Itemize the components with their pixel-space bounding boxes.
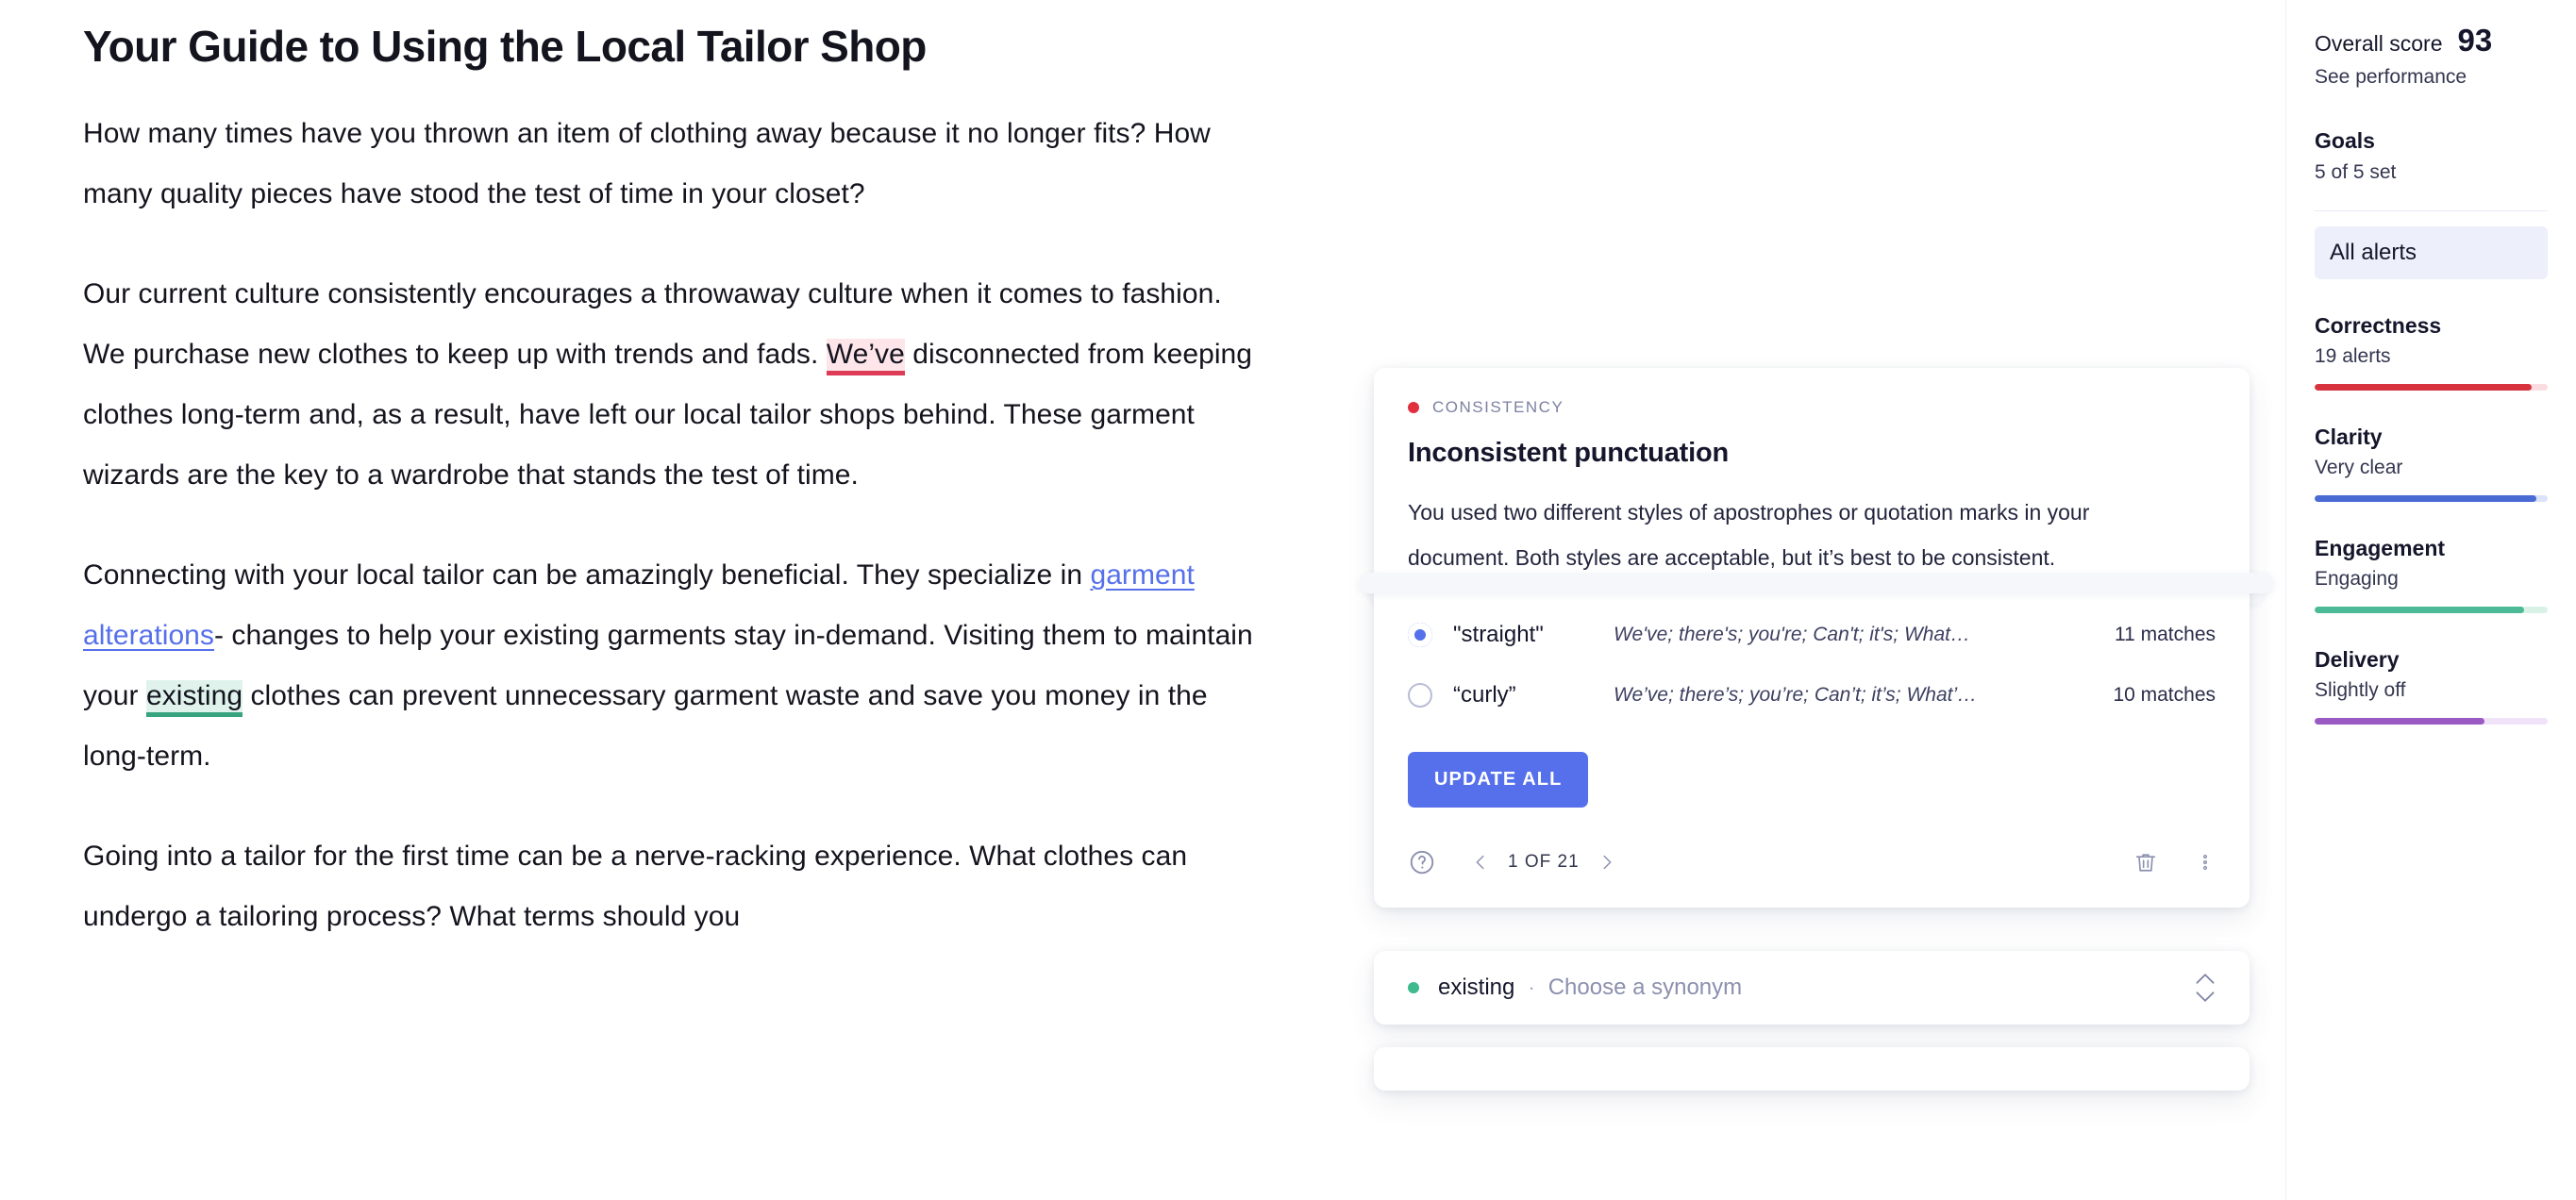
metric-progress-track: [2315, 384, 2548, 391]
synonym-dot-icon: [1408, 982, 1419, 993]
metric-subtitle: Very clear: [2315, 457, 2403, 478]
paragraph-text-segment: clothes can prevent unnecessary garment …: [83, 680, 1208, 773]
option-examples: We've; there's; you're; Can't; it's; Wha…: [1614, 624, 1970, 645]
app-root: Your Guide to Using the Local Tailor Sho…: [0, 0, 2576, 1200]
suggestion-title: Inconsistent punctuation: [1408, 438, 1729, 468]
metric-progress-track: [2315, 607, 2548, 613]
synonym-placeholder[interactable]: Choose a synonym: [1548, 975, 1742, 1001]
synonym-word: existing: [1438, 975, 1515, 1000]
category-dot-icon: [1408, 402, 1419, 413]
metric-name: Correctness: [2315, 313, 2442, 338]
option-match-count: 11 matches: [2115, 624, 2216, 645]
option-curly[interactable]: “curly” We’ve; there’s; you’re; Can’t; i…: [1408, 665, 2216, 725]
sidebar-divider: [2315, 210, 2548, 211]
metric-subtitle: Engaging: [2315, 568, 2399, 590]
chevron-up-icon: [2196, 974, 2215, 984]
correctness-highlight[interactable]: We’ve: [826, 339, 905, 376]
suggestions-panel: CONSISTENCY Inconsistent punctuation You…: [1347, 0, 2285, 1200]
suggestion-card-footer: 1 OF 21: [1374, 817, 2250, 908]
metric-progress-track: [2315, 718, 2548, 725]
question-circle-icon[interactable]: [1408, 848, 1436, 876]
overall-score-value: 93: [2457, 23, 2493, 58]
metric-progress-track: [2315, 495, 2548, 502]
document-paragraph[interactable]: Going into a tailor for the first time c…: [83, 826, 1263, 947]
radio-unselected-icon[interactable]: [1408, 683, 1432, 708]
metric-progress-fill: [2315, 607, 2525, 613]
suggestion-card[interactable]: CONSISTENCY Inconsistent punctuation You…: [1374, 368, 2250, 908]
category-label: CONSISTENCY: [1432, 398, 1564, 416]
footer-actions: [2133, 849, 2216, 875]
metric-name: Delivery: [2315, 647, 2400, 672]
suggestion-description: You used two different styles of apostro…: [1408, 500, 2090, 570]
pagination-label: 1 OF 21: [1508, 852, 1580, 872]
metric-clarity[interactable]: Clarity Very clear: [2315, 425, 2548, 502]
update-all-button[interactable]: UPDATE ALL: [1408, 752, 1589, 808]
suggestion-card-body: CONSISTENCY Inconsistent punctuation You…: [1374, 368, 2250, 808]
overall-score[interactable]: Overall score 93: [2315, 23, 2548, 58]
document-editor[interactable]: Your Guide to Using the Local Tailor Sho…: [0, 0, 1347, 1200]
metric-subtitle: Slightly off: [2315, 679, 2406, 701]
document-paragraph[interactable]: Our current culture consistently encoura…: [83, 264, 1263, 506]
chevron-left-icon[interactable]: [1470, 852, 1491, 873]
option-match-count: 10 matches: [2113, 684, 2216, 706]
score-sidebar: Overall score 93 See performance Goals 5…: [2285, 0, 2576, 1200]
synonym-stepper[interactable]: [2193, 972, 2217, 1004]
goals-subtitle: 5 of 5 set: [2315, 161, 2397, 183]
synonym-card[interactable]: existing · Choose a synonym: [1374, 951, 2250, 1025]
metric-progress-fill: [2315, 495, 2536, 502]
metric-correctness[interactable]: Correctness 19 alerts: [2315, 313, 2548, 391]
metric-progress-fill: [2315, 384, 2532, 391]
suggestion-card-stack: CONSISTENCY Inconsistent punctuation You…: [1347, 368, 2285, 908]
document-title: Your Guide to Using the Local Tailor Sho…: [83, 22, 927, 71]
synonym-separator: ·: [1528, 975, 1535, 999]
document-paragraph[interactable]: How many times have you thrown an item o…: [83, 104, 1263, 225]
paragraph-text: How many times have you thrown an item o…: [83, 118, 1211, 210]
metric-delivery[interactable]: Delivery Slightly off: [2315, 647, 2548, 725]
goals-title: Goals: [2315, 128, 2375, 153]
goals-section[interactable]: Goals 5 of 5 set: [2315, 128, 2548, 184]
option-straight[interactable]: "straight" We've; there's; you're; Can't…: [1408, 605, 2216, 665]
next-card-peek[interactable]: [1374, 1047, 2250, 1091]
option-examples: We’ve; there’s; you’re; Can’t; it’s; Wha…: [1614, 684, 1978, 706]
chevron-down-icon: [2196, 992, 2215, 1002]
metric-name: Clarity: [2315, 425, 2383, 449]
category-row: CONSISTENCY: [1408, 398, 2216, 417]
chevron-right-icon[interactable]: [1597, 852, 1617, 873]
paragraph-text-segment: Connecting with your local tailor can be…: [83, 559, 1091, 592]
radio-selected-icon[interactable]: [1408, 623, 1432, 647]
pagination-controls: 1 OF 21: [1470, 852, 1617, 873]
metric-subtitle: 19 alerts: [2315, 345, 2391, 367]
option-name: "straight": [1453, 622, 1544, 647]
option-name: “curly”: [1453, 682, 1516, 708]
overall-score-label: Overall score: [2315, 31, 2443, 56]
more-vertical-icon[interactable]: [2195, 850, 2216, 875]
metric-name: Engagement: [2315, 536, 2446, 560]
metric-progress-fill: [2315, 718, 2485, 725]
document-paragraph[interactable]: Connecting with your local tailor can be…: [83, 545, 1263, 787]
all-alerts-item[interactable]: All alerts: [2315, 226, 2548, 279]
see-performance-link[interactable]: See performance: [2315, 66, 2548, 89]
engagement-highlight[interactable]: existing: [145, 680, 243, 718]
paragraph-text: Going into a tailor for the first time c…: [83, 841, 1188, 933]
trash-icon[interactable]: [2133, 849, 2159, 875]
metric-engagement[interactable]: Engagement Engaging: [2315, 536, 2548, 613]
